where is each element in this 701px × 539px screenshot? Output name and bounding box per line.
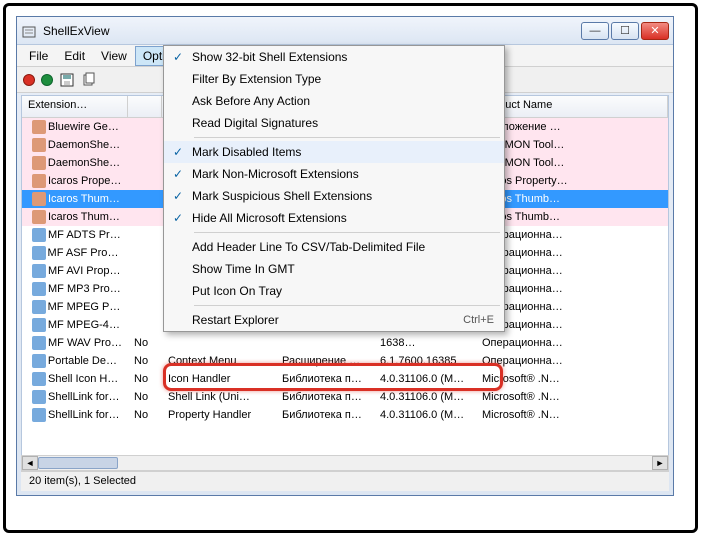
column-extension[interactable]: Extension… bbox=[22, 96, 128, 117]
save-icon[interactable] bbox=[59, 72, 75, 88]
menu-item[interactable]: Ask Before Any Action bbox=[164, 90, 504, 112]
minimize-button[interactable]: — bbox=[581, 22, 609, 40]
menu-item[interactable]: Filter By Extension Type bbox=[164, 68, 504, 90]
menu-item[interactable]: ✓Mark Non-Microsoft Extensions bbox=[164, 163, 504, 185]
close-button[interactable]: ✕ bbox=[641, 22, 669, 40]
menu-item[interactable]: Show Time In GMT bbox=[164, 258, 504, 280]
menubar: File Edit View Options Help ✓Show 32-bit… bbox=[17, 45, 673, 67]
menu-item[interactable]: Read Digital Signatures bbox=[164, 112, 504, 134]
maximize-button[interactable]: ☐ bbox=[611, 22, 639, 40]
scroll-thumb[interactable] bbox=[38, 457, 118, 469]
table-row[interactable]: Portable Dev…NoContext MenuРасширение …6… bbox=[22, 352, 668, 370]
menu-edit[interactable]: Edit bbox=[56, 46, 93, 66]
disable-button[interactable] bbox=[23, 74, 35, 86]
enable-button[interactable] bbox=[41, 74, 53, 86]
status-bar: 20 item(s), 1 Selected bbox=[21, 471, 669, 491]
column-2[interactable] bbox=[128, 96, 162, 117]
status-text: 20 item(s), 1 Selected bbox=[29, 475, 136, 487]
table-row[interactable]: ShellLink for…NoShell Link (Uni…Библиоте… bbox=[22, 388, 668, 406]
table-row[interactable]: ShellLink for…NoProperty HandlerБиблиоте… bbox=[22, 406, 668, 424]
table-row[interactable]: MF WAV Pro…No1638…Операционна… bbox=[22, 334, 668, 352]
app-icon bbox=[21, 23, 37, 39]
menu-item[interactable]: ✓Show 32-bit Shell Extensions bbox=[164, 46, 504, 68]
options-dropdown: ✓Show 32-bit Shell ExtensionsFilter By E… bbox=[163, 45, 505, 332]
menu-item[interactable]: Restart ExplorerCtrl+E bbox=[164, 309, 504, 331]
menu-item[interactable]: ✓Hide All Microsoft Extensions bbox=[164, 207, 504, 229]
copy-icon[interactable] bbox=[81, 72, 97, 88]
menu-item[interactable]: ✓Mark Suspicious Shell Extensions bbox=[164, 185, 504, 207]
menu-view[interactable]: View bbox=[93, 46, 135, 66]
menu-item[interactable]: ✓Mark Disabled Items bbox=[164, 141, 504, 163]
scroll-right-button[interactable]: ► bbox=[652, 456, 668, 470]
table-row[interactable]: Shell Icon H…NoIcon HandlerБиблиотека п…… bbox=[22, 370, 668, 388]
window-title: ShellExView bbox=[43, 24, 581, 38]
menu-item[interactable]: Add Header Line To CSV/Tab-Delimited Fil… bbox=[164, 236, 504, 258]
menu-item[interactable]: Put Icon On Tray bbox=[164, 280, 504, 302]
titlebar: ShellExView — ☐ ✕ bbox=[17, 17, 673, 45]
scroll-left-button[interactable]: ◄ bbox=[22, 456, 38, 470]
menu-file[interactable]: File bbox=[21, 46, 56, 66]
horizontal-scrollbar[interactable]: ◄ ► bbox=[21, 455, 669, 471]
